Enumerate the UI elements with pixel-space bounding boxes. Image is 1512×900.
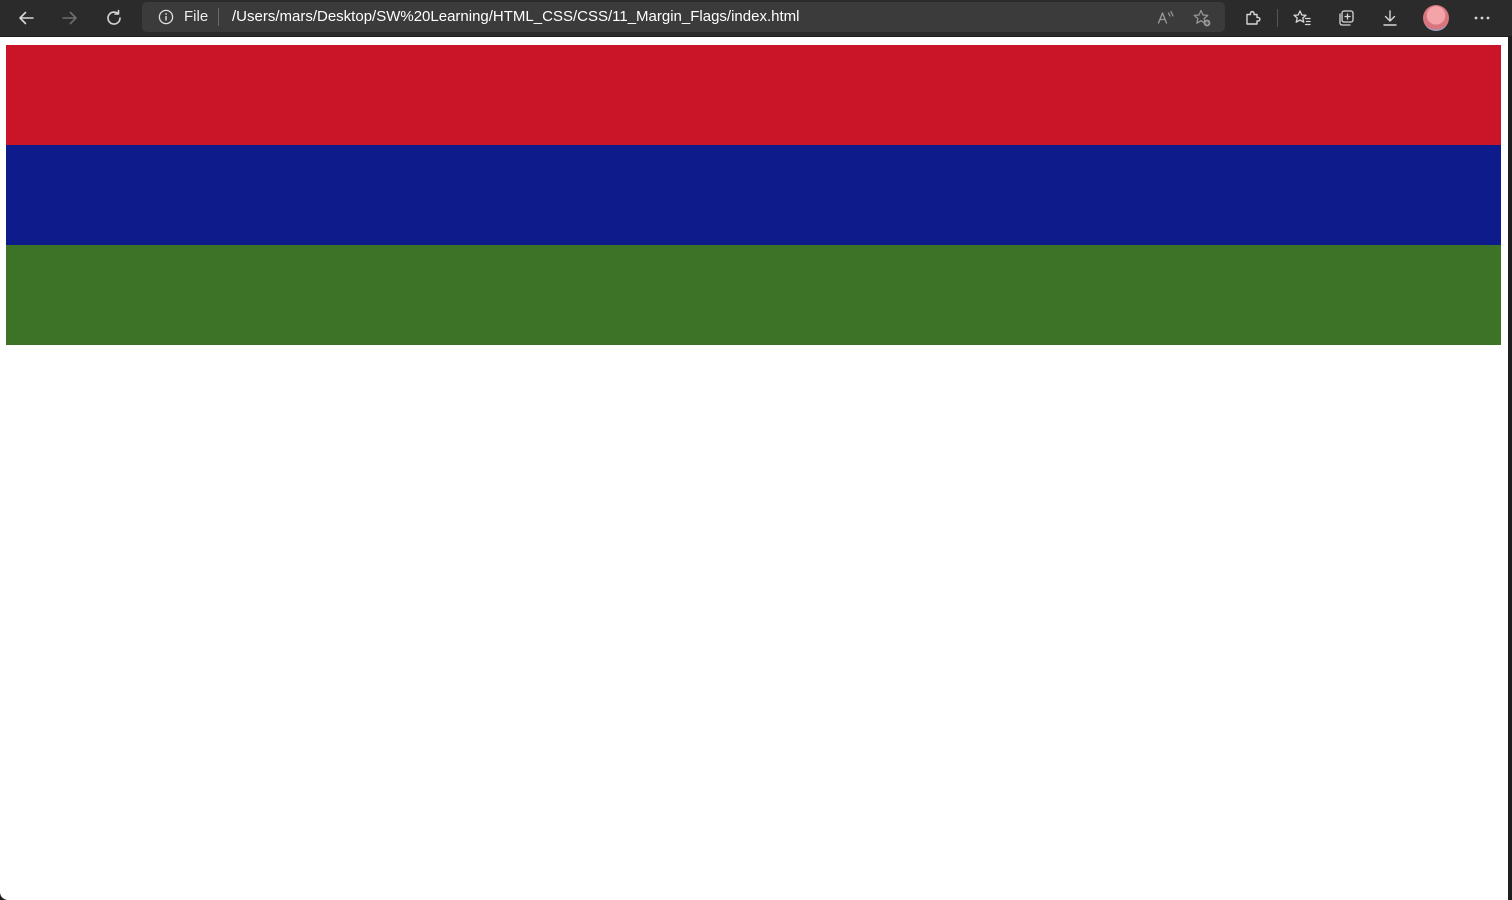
- flag-stripe-red: [6, 45, 1501, 145]
- flag: [6, 45, 1501, 345]
- url-text[interactable]: /Users/mars/Desktop/SW%20Learning/HTML_C…: [232, 9, 799, 25]
- toolbar-divider: [1277, 9, 1278, 27]
- collections-button[interactable]: [1330, 2, 1362, 34]
- page-viewport: [0, 37, 1508, 900]
- flag-stripe-green: [6, 245, 1501, 345]
- favorites-icon: [1293, 10, 1311, 26]
- forward-arrow-icon: [62, 11, 77, 25]
- reload-icon: [107, 9, 121, 25]
- extensions-button[interactable]: [1237, 2, 1269, 34]
- reload-button[interactable]: [98, 2, 130, 34]
- add-favorite-icon[interactable]: [1192, 8, 1212, 28]
- download-icon: [1383, 10, 1397, 26]
- back-button[interactable]: [10, 2, 42, 34]
- info-icon[interactable]: [158, 9, 174, 25]
- favorites-button[interactable]: [1286, 2, 1318, 34]
- flag-stripe-blue: [6, 145, 1501, 245]
- collections-icon: [1339, 10, 1354, 26]
- window-edge: [1508, 37, 1512, 900]
- more-menu-button[interactable]: [1466, 2, 1498, 34]
- read-aloud-icon[interactable]: [1156, 8, 1176, 28]
- browser-window: File /Users/mars/Desktop/SW%20Learning/H…: [0, 0, 1512, 900]
- forward-button[interactable]: [54, 2, 86, 34]
- address-divider: [218, 8, 219, 26]
- extensions-icon: [1246, 10, 1261, 25]
- browser-toolbar: File /Users/mars/Desktop/SW%20Learning/H…: [0, 0, 1512, 36]
- profile-avatar[interactable]: [1423, 5, 1449, 31]
- scheme-label: File: [184, 8, 209, 25]
- address-bar[interactable]: File /Users/mars/Desktop/SW%20Learning/H…: [142, 2, 1225, 32]
- more-menu-icon: [1474, 16, 1490, 20]
- back-arrow-icon: [19, 11, 34, 25]
- downloads-button[interactable]: [1374, 2, 1406, 34]
